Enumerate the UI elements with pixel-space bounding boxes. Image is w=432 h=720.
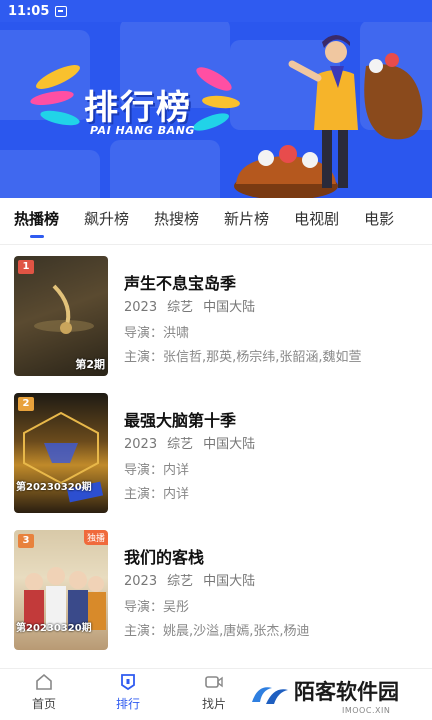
watermark-logo <box>252 687 288 704</box>
rank-badge: 2 <box>18 397 34 411</box>
poster-image[interactable]: 2 第20230320期 <box>14 393 108 513</box>
tabs-divider <box>0 244 432 245</box>
episode-label: 第20230320期 <box>16 482 92 493</box>
banner-subtitle: PAI HANG BANG <box>90 124 195 137</box>
item-cast: 主演：张信哲,那英,杨宗纬,张韶涵,魏如萱 <box>124 350 362 365</box>
item-title[interactable]: 最强大脑第十季 <box>124 407 424 431</box>
tab-hot-play[interactable]: 热播榜 <box>14 198 59 244</box>
watermark: 陌客软件园 IMOOC.XIN <box>246 676 432 720</box>
watermark-text: 陌客软件园 <box>294 679 399 704</box>
watermark-subtext: IMOOC.XIN <box>342 706 391 715</box>
ranking-tabs: 热播榜 飙升榜 热搜榜 新片榜 电视剧 电影 <box>0 198 432 244</box>
item-year: 2023 <box>124 300 158 315</box>
episode-label: 第2期 <box>75 358 105 371</box>
nav-find-label: 找片 <box>201 697 226 711</box>
item-region: 中国大陆 <box>203 437 256 452</box>
status-time: 11:05 <box>8 3 50 19</box>
video-icon <box>205 676 223 688</box>
tab-tv-series[interactable]: 电视剧 <box>294 198 339 244</box>
item-region: 中国大陆 <box>203 300 256 315</box>
nav-ranking-label: 排行 <box>115 697 140 711</box>
tab-hot-search[interactable]: 热搜榜 <box>154 198 199 244</box>
poster-image[interactable]: 3 独播 第20230320期 <box>14 530 108 650</box>
nav-find[interactable]: 找片 <box>184 673 244 712</box>
item-year: 2023 <box>124 574 158 589</box>
ranking-banner: 排行榜 PAI HANG BANG <box>0 0 432 198</box>
nav-home[interactable]: 首页 <box>14 673 74 712</box>
rank-badge: 1 <box>18 260 34 274</box>
item-region: 中国大陆 <box>203 574 256 589</box>
banner-title: 排行榜 <box>84 88 192 128</box>
item-meta: 2023 综艺 中国大陆 <box>124 433 424 455</box>
item-title[interactable]: 我们的客栈 <box>124 544 424 568</box>
list-item[interactable]: 1 第2期 声生不息宝岛季 2023 综艺 中国大陆 导演：洪啸 主演：张信哲,那英… <box>0 254 432 391</box>
ranking-list: 1 第2期 声生不息宝岛季 2023 综艺 中国大陆 导演：洪啸 主演：张信哲,那英… <box>0 254 432 665</box>
item-cast: 主演：姚晨,沙溢,唐嫣,张杰,杨迪 <box>124 624 310 639</box>
nav-ranking[interactable]: 排行 <box>98 673 158 712</box>
item-meta: 2023 综艺 中国大陆 <box>124 296 424 318</box>
item-title[interactable]: 声生不息宝岛季 <box>124 270 424 294</box>
item-genre: 综艺 <box>167 574 194 589</box>
list-item[interactable]: 2 第20230320期 最强大脑第十季 2023 综艺 中国大陆 导演：内详 主演… <box>0 391 432 528</box>
poster-image[interactable]: 1 第2期 <box>14 256 108 376</box>
notification-icon <box>55 5 68 17</box>
episode-label: 第20230320期 <box>16 623 92 634</box>
item-genre: 综艺 <box>167 437 194 452</box>
item-genre: 综艺 <box>167 300 194 315</box>
item-director: 导演：洪啸 <box>124 326 190 341</box>
item-director: 导演：内详 <box>124 463 190 478</box>
list-item[interactable]: 3 独播 第20230320期 我们的客栈 2023 综艺 中国大陆 导演：吴彤 主… <box>0 528 432 665</box>
tab-new[interactable]: 新片榜 <box>224 198 269 244</box>
tab-rising[interactable]: 飙升榜 <box>84 198 129 244</box>
item-cast: 主演：内详 <box>124 487 190 502</box>
home-icon <box>36 673 52 690</box>
banner-logo: 排行榜 PAI HANG BANG <box>29 60 241 146</box>
rank-badge: 3 <box>18 534 34 548</box>
item-director: 导演：吴彤 <box>124 600 190 615</box>
tab-movie[interactable]: 电影 <box>364 198 394 244</box>
ranking-icon <box>121 674 135 691</box>
status-bar: 11:05 <box>0 0 432 22</box>
nav-home-label: 首页 <box>31 697 56 711</box>
item-meta: 2023 综艺 中国大陆 <box>124 570 424 592</box>
banner-illustration <box>234 35 423 198</box>
exclusive-badge: 独播 <box>83 530 108 545</box>
item-year: 2023 <box>124 437 158 452</box>
